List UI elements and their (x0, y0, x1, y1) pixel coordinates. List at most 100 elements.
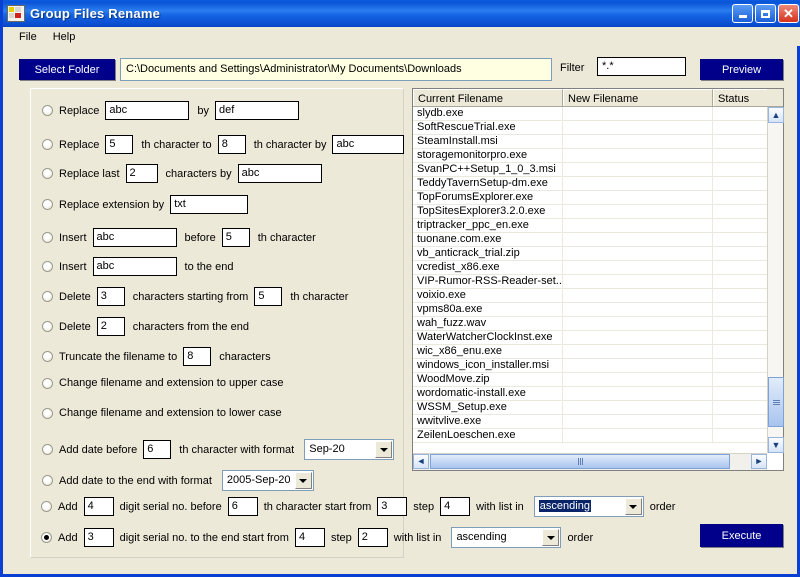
input-add-serial-before-start[interactable]: 3 (377, 497, 408, 516)
radio-insert-end[interactable] (42, 261, 53, 272)
radio-upper-case[interactable] (42, 377, 53, 389)
radio-lower-case[interactable] (42, 407, 53, 419)
input-insert-end-1[interactable]: abc (92, 257, 177, 276)
chevron-down-icon[interactable] (542, 529, 560, 546)
input-replace-last-1[interactable]: 2 (125, 164, 158, 183)
option-row-delete-end[interactable]: Delete 2 characters from the end (42, 317, 255, 336)
column-header-status[interactable]: Status (713, 89, 767, 106)
minimize-button[interactable] (732, 4, 753, 23)
input-truncate-1[interactable]: 8 (183, 347, 212, 366)
input-replace-extension-1[interactable]: txt (170, 195, 249, 214)
radio-add-serial-before[interactable] (41, 501, 52, 512)
radio-add-date-end[interactable] (42, 475, 53, 486)
input-replace-range-3[interactable]: 8 (217, 135, 246, 154)
folder-path-field[interactable]: C:\Documents and Settings\Administrator\… (120, 58, 552, 81)
execute-button[interactable]: Execute (700, 524, 783, 547)
input-add-serial-end-start[interactable]: 4 (294, 528, 325, 547)
input-delete-end-1[interactable]: 2 (96, 317, 125, 336)
option-row-replace-range[interactable]: Replace 5 th character to 8 th character by a… (42, 135, 406, 154)
combo-order-add-serial-end[interactable]: ascending (451, 527, 562, 548)
table-row[interactable]: WSSM_Setup.exe (413, 401, 767, 415)
combo-order-add-serial-before[interactable]: ascending (533, 496, 644, 517)
table-row[interactable]: windows_icon_installer.msi (413, 359, 767, 373)
input-replace-range-5[interactable]: abc (332, 135, 405, 154)
table-row[interactable]: vcredist_x86.exe (413, 261, 767, 275)
option-row-add-date-end[interactable]: Add date to the end with format 2005-Sep-… (42, 470, 314, 491)
table-row[interactable]: SoftRescueTrial.exe (413, 121, 767, 135)
menu-item-help[interactable]: Help (45, 29, 84, 45)
table-row[interactable]: VIP-Rumor-RSS-Reader-set... (413, 275, 767, 289)
combo-add-date-before[interactable]: Sep-20 (304, 439, 395, 460)
radio-truncate[interactable] (42, 351, 53, 362)
input-insert-before-3[interactable]: 5 (221, 228, 250, 247)
scroll-left-button[interactable]: ◄ (413, 454, 429, 469)
table-row[interactable]: wwitvlive.exe (413, 415, 767, 429)
vertical-scroll-thumb[interactable] (768, 377, 784, 427)
input-insert-before-1[interactable]: abc (92, 228, 177, 247)
table-row[interactable]: triptracker_ppc_en.exe (413, 219, 767, 233)
option-row-replace-extension[interactable]: Replace extension by txt (42, 195, 250, 214)
option-row-insert-before[interactable]: Insert abc before 5 th character (42, 228, 322, 247)
vertical-scrollbar[interactable]: ▲ ▼ (767, 107, 784, 453)
table-row[interactable]: vpms80a.exe (413, 303, 767, 317)
option-row-insert-end[interactable]: Insert abc to the end (42, 257, 239, 276)
option-row-delete-from[interactable]: Delete 3 characters starting from 5 th chara… (42, 287, 354, 306)
input-delete-from-1[interactable]: 3 (96, 287, 125, 306)
input-delete-from-3[interactable]: 5 (254, 287, 283, 306)
select-folder-button[interactable]: Select Folder (19, 59, 115, 80)
table-row[interactable]: TeddyTavernSetup-dm.exe (413, 177, 767, 191)
table-row[interactable]: voixio.exe (413, 289, 767, 303)
close-button[interactable]: ✕ (778, 4, 799, 23)
input-replace-text-1[interactable]: abc (105, 101, 190, 120)
table-row[interactable]: WoodMove.zip (413, 373, 767, 387)
table-row[interactable]: storagemonitorpro.exe (413, 149, 767, 163)
input-replace-last-3[interactable]: abc (237, 164, 322, 183)
table-row[interactable]: TopForumsExplorer.exe (413, 191, 767, 205)
maximize-button[interactable] (755, 4, 776, 23)
radio-insert-before[interactable] (42, 232, 53, 243)
horizontal-scrollbar[interactable]: ◄ ► (413, 453, 767, 470)
option-row-truncate[interactable]: Truncate the filename to 8 characters (42, 347, 277, 366)
option-row-replace-last[interactable]: Replace last 2 characters by abc (42, 164, 324, 183)
radio-add-serial-end[interactable] (41, 532, 52, 543)
filter-input[interactable]: *.* (597, 57, 686, 76)
option-row-lower-case[interactable]: Change filename and extension to lower c… (42, 407, 288, 419)
input-add-serial-before-digits[interactable]: 4 (83, 497, 114, 516)
table-row[interactable]: ZeilenLoeschen.exe (413, 429, 767, 443)
column-header-new-filename[interactable]: New Filename (563, 89, 713, 106)
horizontal-scroll-thumb[interactable] (430, 454, 730, 469)
table-row[interactable]: TopSitesExplorer3.2.0.exe (413, 205, 767, 219)
radio-add-date-before[interactable] (42, 444, 53, 455)
input-add-serial-end-stepval[interactable]: 2 (357, 528, 388, 547)
input-add-serial-before-stepval[interactable]: 4 (440, 497, 471, 516)
combo-add-date-end[interactable]: 2005-Sep-20 (221, 470, 314, 491)
input-replace-text-3[interactable]: def (214, 101, 299, 120)
input-add-serial-end-digits[interactable]: 3 (83, 528, 114, 547)
table-row[interactable]: SvanPC++Setup_1_0_3.msi (413, 163, 767, 177)
radio-replace-range[interactable] (42, 139, 53, 150)
table-row[interactable]: slydb.exe (413, 107, 767, 121)
scroll-up-button[interactable]: ▲ (768, 107, 784, 123)
input-add-serial-before-position[interactable]: 6 (227, 497, 258, 516)
file-list-body[interactable]: slydb.exe SoftRescueTrial.exe SteamInstall… (413, 107, 767, 453)
table-row[interactable]: SteamInstall.msi (413, 135, 767, 149)
scroll-right-button[interactable]: ► (751, 454, 767, 469)
scroll-down-button[interactable]: ▼ (768, 437, 784, 453)
radio-delete-end[interactable] (42, 321, 53, 332)
preview-button[interactable]: Preview (700, 59, 783, 80)
table-row[interactable]: WaterWatcherClockInst.exe (413, 331, 767, 345)
input-replace-range-1[interactable]: 5 (105, 135, 134, 154)
chevron-down-icon[interactable] (294, 472, 312, 489)
option-row-add-serial-end[interactable]: Add 3 digit serial no. to the end start fr… (41, 527, 599, 548)
chevron-down-icon[interactable] (624, 498, 642, 515)
radio-replace-extension[interactable] (42, 199, 53, 210)
option-row-replace-text[interactable]: Replace abc by def (42, 101, 301, 120)
option-row-add-serial-before[interactable]: Add 4 digit serial no. before 6 th character… (41, 496, 681, 517)
table-row[interactable]: tuonane.com.exe (413, 233, 767, 247)
option-row-upper-case[interactable]: Change filename and extension to upper c… (42, 377, 289, 389)
table-row[interactable]: wordomatic-install.exe (413, 387, 767, 401)
input-add-date-before-1[interactable]: 6 (143, 440, 172, 459)
chevron-down-icon[interactable] (375, 441, 393, 458)
radio-replace-text[interactable] (42, 105, 53, 116)
table-row[interactable]: wic_x86_enu.exe (413, 345, 767, 359)
